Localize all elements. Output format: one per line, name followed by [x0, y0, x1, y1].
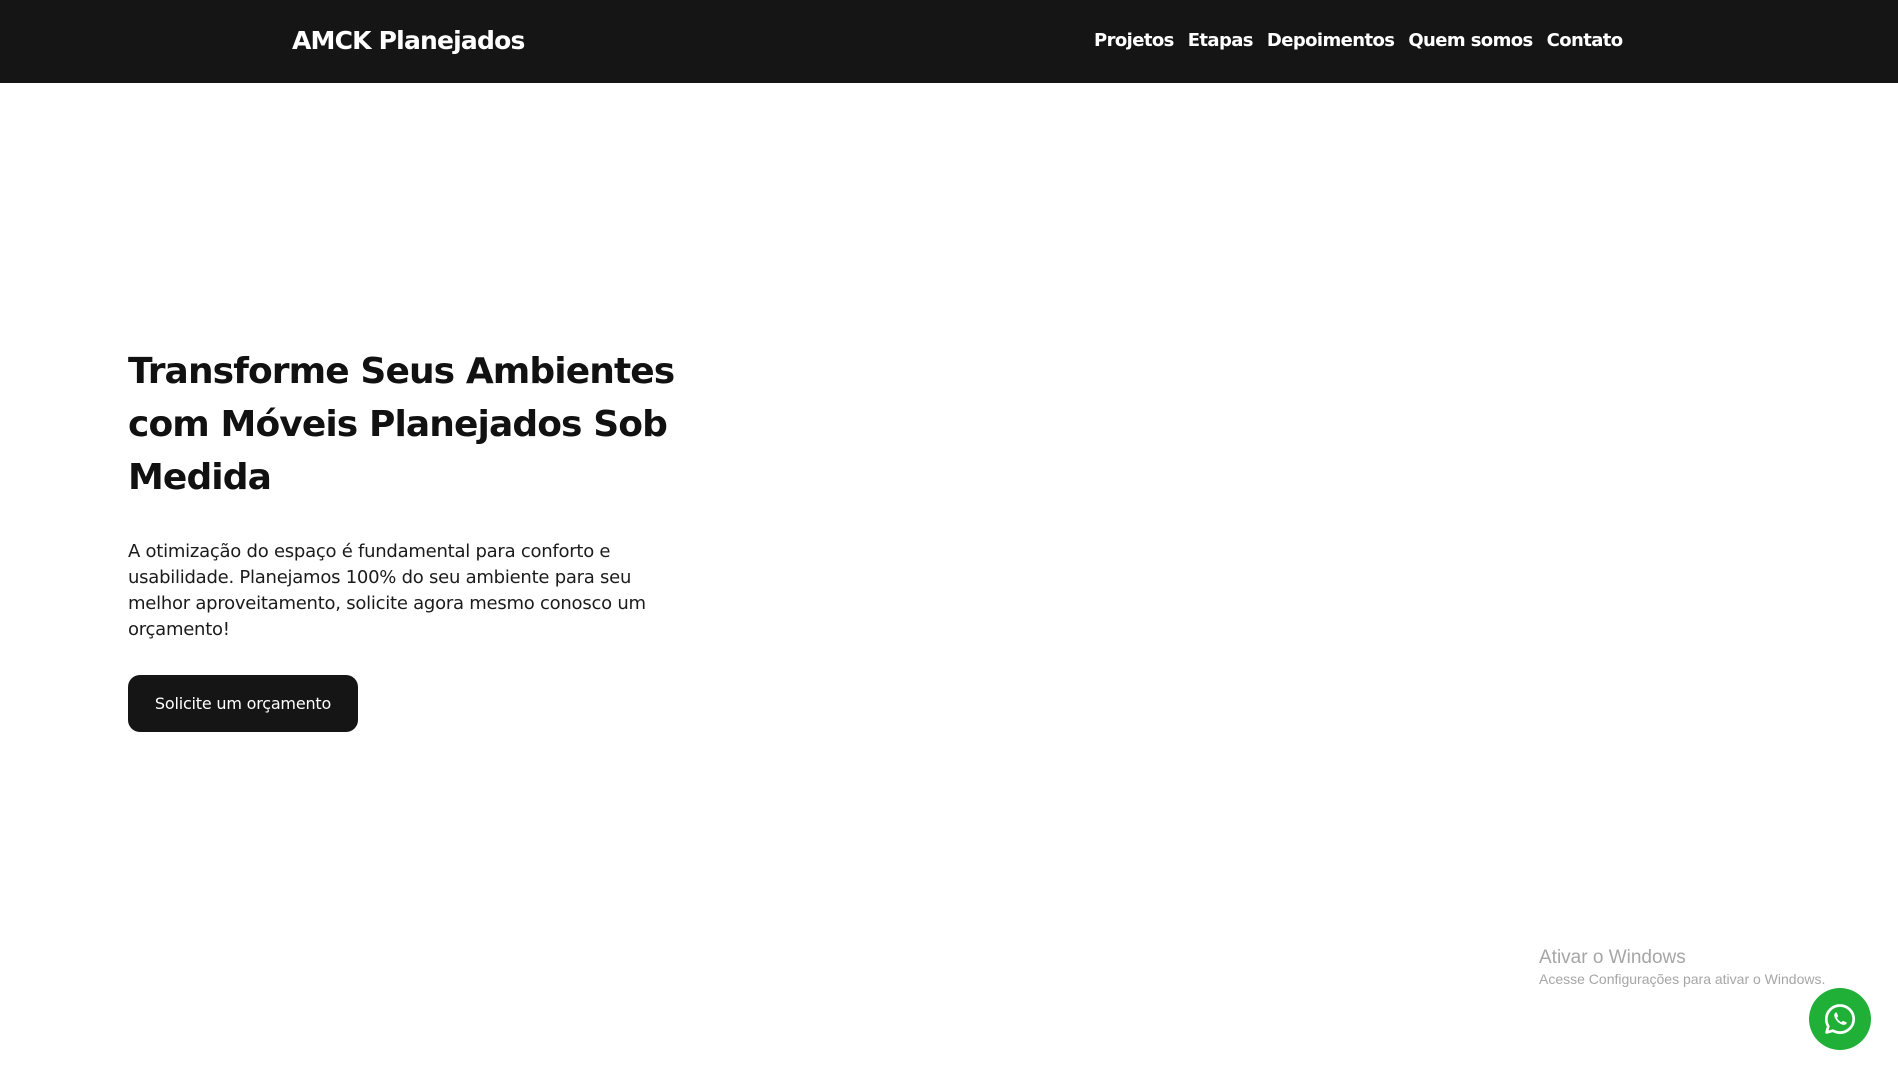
nav-link-contato[interactable]: Contato	[1547, 28, 1624, 54]
main-navigation: Projetos Etapas Depoimentos Quem somos C…	[1094, 28, 1623, 54]
watermark-subtitle: Acesse Configurações para ativar o Windo…	[1539, 971, 1826, 987]
hero-description: A otimização do espaço é fundamental par…	[128, 541, 646, 640]
nav-link-projetos[interactable]: Projetos	[1094, 28, 1174, 54]
nav-link-etapas[interactable]: Etapas	[1188, 28, 1254, 54]
nav-link-depoimentos[interactable]: Depoimentos	[1267, 28, 1395, 54]
brand-logo[interactable]: AMCK Planejados	[292, 25, 525, 57]
whatsapp-button[interactable]	[1809, 988, 1871, 1050]
hero-section: Transforme Seus Ambientes com Móveis Pla…	[128, 345, 688, 732]
nav-link-quem-somos[interactable]: Quem somos	[1408, 28, 1533, 54]
windows-activation-watermark: Ativar o Windows Acesse Configurações pa…	[1539, 945, 1825, 988]
hero-title: Transforme Seus Ambientes com Móveis Pla…	[128, 351, 675, 498]
navbar: AMCK Planejados Projetos Etapas Depoimen…	[0, 0, 1898, 83]
whatsapp-icon	[1822, 1001, 1858, 1037]
watermark-title: Ativar o Windows	[1539, 947, 1686, 968]
request-quote-button[interactable]: Solicite um orçamento	[128, 675, 358, 732]
